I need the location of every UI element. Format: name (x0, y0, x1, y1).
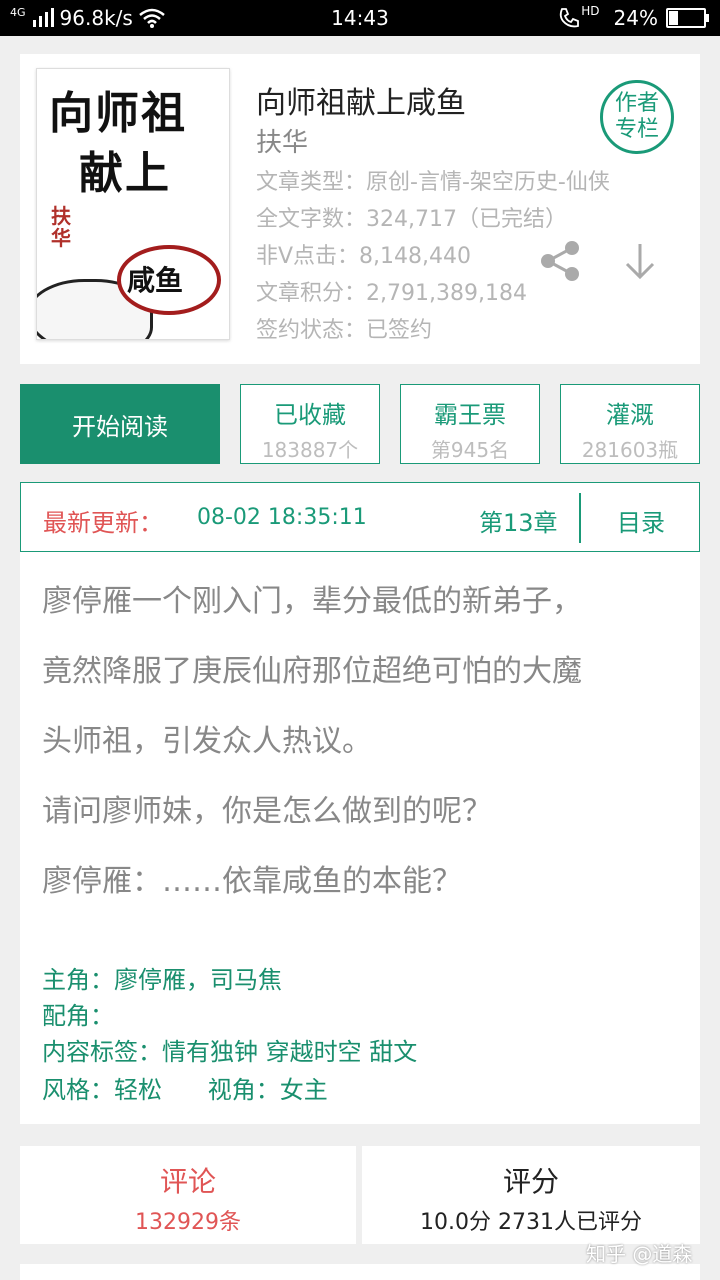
cover-title-line2: 献上 (79, 148, 171, 199)
download-icon[interactable] (622, 240, 658, 282)
favorite-label: 已收藏 (274, 401, 346, 429)
favorite-button[interactable]: 已收藏 183887个 (240, 384, 380, 464)
divider (579, 493, 581, 543)
irrigate-button[interactable]: 灌溉 281603瓶 (560, 384, 700, 464)
cover-fish-text: 咸鱼 (127, 264, 184, 297)
cover-author-mark: 扶华 (51, 204, 71, 250)
meta-sign-status: 签约状态：已签约 (256, 318, 433, 343)
book-title: 向师祖献上咸鱼 (256, 86, 466, 121)
meta-word-count: 全文字数：324,717（已完结） (256, 207, 567, 232)
latest-chapter-link[interactable]: 第13章 (479, 503, 558, 538)
table-of-contents-button[interactable]: 目录 (617, 503, 665, 538)
phone-icon (560, 8, 580, 28)
watermark: 知乎 @道森 (586, 1242, 693, 1266)
cover-title-line1: 向师祖 (49, 88, 187, 139)
vote-ticket-button[interactable]: 霸王票 第945名 (400, 384, 540, 464)
intro-paragraph: 廖停雁一个刚入门，辈分最低的新弟子， (42, 584, 582, 619)
intro-paragraph: 头师祖，引发众人热议。 (42, 724, 372, 759)
comments-button[interactable]: 评论 132929条 (20, 1146, 356, 1244)
share-icon[interactable] (538, 240, 582, 282)
rating-value: 10.0分 2731人已评分 (420, 1210, 642, 1235)
column-button-line1: 作者 (614, 91, 659, 116)
irrigate-count: 281603瓶 (581, 438, 679, 462)
start-reading-button[interactable]: 开始阅读 (20, 384, 220, 464)
book-cover[interactable]: 向师祖 献上 扶华 咸鱼 (36, 68, 230, 340)
latest-update-bar: 最新更新： 08-02 18:35:11 第13章 目录 (20, 482, 700, 552)
battery-percent: 24% (613, 6, 658, 30)
rating-button[interactable]: 评分 10.0分 2731人已评分 (362, 1146, 700, 1244)
protagonists: 主角：廖停雁，司马焦 (42, 966, 282, 994)
status-bar: 4G 96.8k/s 14:43 HD 24% (0, 0, 720, 36)
hd-icon: HD (581, 4, 600, 18)
content-tags: 内容标签：情有独钟 穿越时空 甜文 (42, 1038, 418, 1066)
favorite-count: 183887个 (261, 438, 359, 462)
intro-paragraph: 廖停雁：……依靠咸鱼的本能？ (42, 864, 462, 899)
column-button-line2: 专栏 (614, 117, 659, 142)
latest-update-label: 最新更新： (43, 509, 163, 537)
comments-count: 132929条 (135, 1210, 241, 1235)
intro-paragraph: 竟然降服了庚辰仙府那位超绝可怕的大魔 (42, 654, 582, 689)
meta-type: 文章类型：原创-言情-架空历史-仙侠 (256, 170, 610, 195)
battery-icon (666, 8, 709, 28)
supporting-roles: 配角： (42, 1002, 114, 1030)
intro-paragraph: 请问廖师妹，你是怎么做到的呢？ (42, 794, 492, 829)
latest-update-time: 08-02 18:35:11 (197, 505, 367, 530)
style-and-perspective: 风格：轻松 视角：女主 (42, 1076, 328, 1104)
comments-label: 评论 (159, 1165, 216, 1198)
book-author[interactable]: 扶华 (256, 122, 308, 159)
irrigate-label: 灌溉 (606, 401, 654, 429)
author-column-button[interactable]: 作者 专栏 (600, 80, 674, 154)
rating-label: 评分 (502, 1165, 559, 1198)
vote-ticket-rank: 第945名 (430, 438, 510, 462)
meta-score: 文章积分：2,791,389,184 (256, 281, 527, 306)
meta-clicks: 非V点击：8,148,440 (256, 244, 472, 269)
vote-ticket-label: 霸王票 (434, 401, 506, 429)
